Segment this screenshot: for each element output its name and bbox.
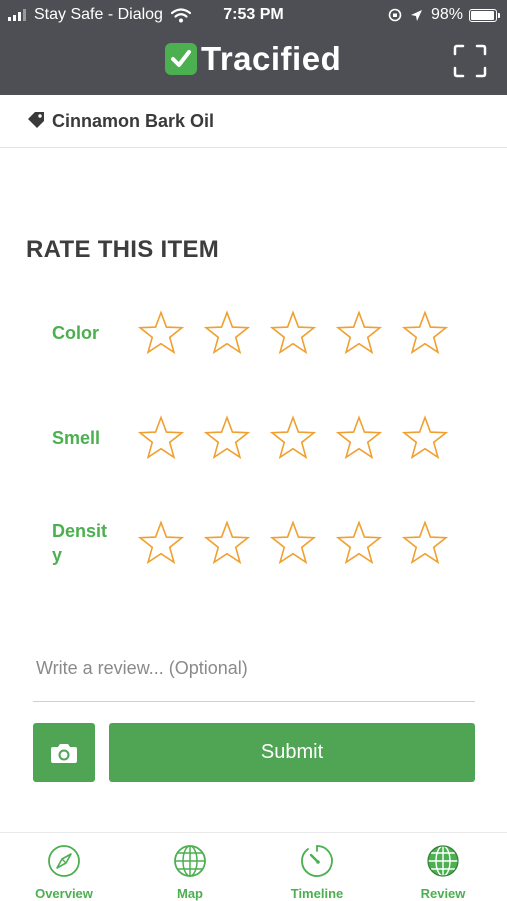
app-header: Stay Safe - Dialog 7:53 PM 98% Tracified bbox=[0, 0, 507, 95]
star-icon[interactable] bbox=[138, 310, 184, 356]
timer-icon bbox=[301, 845, 333, 877]
star-icon[interactable] bbox=[138, 415, 184, 461]
tag-icon bbox=[28, 112, 44, 128]
star-rating-color[interactable] bbox=[138, 310, 468, 356]
tab-label-timeline: Timeline bbox=[290, 886, 344, 901]
check-logo-icon bbox=[165, 43, 197, 75]
star-rating-smell[interactable] bbox=[138, 415, 468, 461]
star-icon[interactable] bbox=[270, 310, 316, 356]
star-icon[interactable] bbox=[270, 520, 316, 566]
star-icon[interactable] bbox=[402, 520, 448, 566]
submit-button[interactable]: Submit bbox=[109, 723, 475, 782]
criterion-label-smell: Smell bbox=[52, 428, 101, 448]
bottom-tab-bar: Overview Map Timeline Review bbox=[0, 832, 507, 901]
orientation-lock-icon bbox=[388, 8, 402, 22]
rate-title: RATE THIS ITEM bbox=[26, 236, 220, 263]
status-bar: Stay Safe - Dialog 7:53 PM 98% bbox=[0, 0, 507, 30]
star-icon[interactable] bbox=[204, 310, 250, 356]
product-name: Cinnamon Bark Oil bbox=[52, 111, 215, 131]
camera-icon bbox=[51, 743, 77, 763]
compass-icon bbox=[48, 845, 80, 877]
status-right: 98% bbox=[388, 6, 500, 24]
globe-icon bbox=[174, 845, 206, 877]
globe-filled-icon bbox=[427, 845, 459, 877]
location-icon bbox=[410, 9, 422, 21]
tab-map[interactable]: Map bbox=[140, 843, 240, 901]
star-icon[interactable] bbox=[336, 415, 382, 461]
tab-overview[interactable]: Overview bbox=[14, 843, 114, 901]
criterion-label-color: Color bbox=[52, 323, 99, 343]
camera-button[interactable] bbox=[33, 723, 95, 782]
star-icon[interactable] bbox=[204, 415, 250, 461]
star-icon[interactable] bbox=[204, 520, 250, 566]
tab-timeline[interactable]: Timeline bbox=[267, 843, 367, 901]
star-icon[interactable] bbox=[336, 310, 382, 356]
scan-frame-icon[interactable] bbox=[453, 44, 487, 78]
tab-label-review: Review bbox=[420, 886, 466, 901]
star-icon[interactable] bbox=[336, 520, 382, 566]
review-input[interactable] bbox=[33, 636, 475, 702]
tab-review[interactable]: Review bbox=[393, 843, 493, 901]
tab-label-map: Map bbox=[177, 886, 203, 901]
battery-icon bbox=[469, 8, 500, 22]
brand: Tracified bbox=[165, 40, 341, 78]
criterion-label-density: Densit y bbox=[52, 521, 108, 565]
star-icon[interactable] bbox=[138, 520, 184, 566]
tab-label-overview: Overview bbox=[35, 886, 93, 901]
star-rating-density[interactable] bbox=[138, 520, 468, 566]
star-icon[interactable] bbox=[402, 415, 448, 461]
product-bar: Cinnamon Bark Oil bbox=[0, 95, 507, 148]
star-icon[interactable] bbox=[402, 310, 448, 356]
star-icon[interactable] bbox=[270, 415, 316, 461]
app-name: Tracified bbox=[201, 40, 342, 77]
battery-percent: 98% bbox=[430, 6, 463, 23]
